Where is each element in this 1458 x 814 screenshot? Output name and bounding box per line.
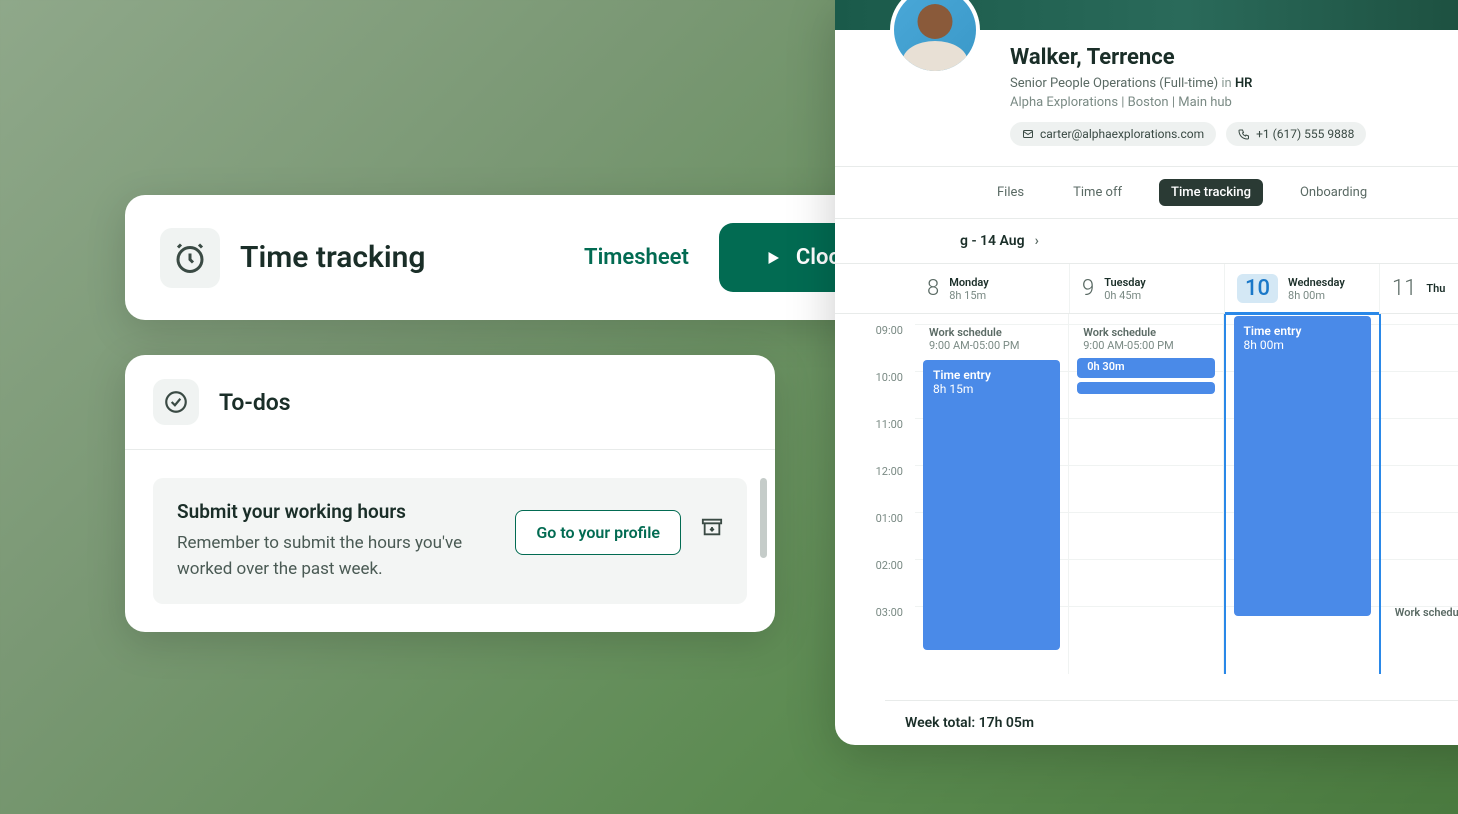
- time-entry-tue-2[interactable]: [1077, 382, 1214, 394]
- timesheet-link[interactable]: Timesheet: [584, 245, 689, 270]
- todos-body: Submit your working hours Remember to su…: [125, 450, 775, 632]
- avatar[interactable]: [890, 0, 980, 75]
- go-to-profile-button[interactable]: Go to your profile: [515, 510, 681, 555]
- date-range-text: g - 14 Aug: [960, 233, 1025, 249]
- profile-name: Walker, Terrence: [1010, 45, 1458, 70]
- profile-panel: Walker, Terrence Senior People Operation…: [835, 0, 1458, 745]
- clock-icon: [160, 228, 220, 288]
- tab-timetracking[interactable]: Time tracking: [1159, 179, 1263, 206]
- archive-icon[interactable]: [701, 516, 723, 542]
- day-col-tue: Work schedule 9:00 AM-05:00 PM 0h 30m: [1069, 314, 1223, 674]
- time-labels: 09:00 10:00 11:00 12:00 01:00 02:00 03:0…: [835, 314, 915, 674]
- tab-files[interactable]: Files: [985, 179, 1036, 206]
- time-grid: 09:00 10:00 11:00 12:00 01:00 02:00 03:0…: [835, 314, 1458, 674]
- phone-chip[interactable]: +1 (617) 555 9888: [1226, 122, 1366, 146]
- todo-item-desc: Remember to submit the hours you've work…: [177, 531, 495, 582]
- day-headers: 8 Monday 8h 15m 9 Tuesday 0h 45m 10 Wedn…: [835, 264, 1458, 314]
- profile-role: Senior People Operations (Full-time) in …: [1010, 76, 1458, 91]
- schedule-label-mon: Work schedule 9:00 AM-05:00 PM: [921, 322, 1062, 356]
- date-range: g - 14 Aug ›: [835, 219, 1458, 264]
- tab-timeoff[interactable]: Time off: [1061, 179, 1134, 206]
- todo-item: Submit your working hours Remember to su…: [153, 478, 747, 604]
- profile-info: Walker, Terrence Senior People Operation…: [835, 30, 1458, 167]
- time-tracking-card: Time tracking Timesheet Clock in: [125, 195, 955, 320]
- tab-onboarding[interactable]: Onboarding: [1288, 179, 1379, 206]
- mail-icon: [1022, 128, 1034, 140]
- day-columns: Work schedule 9:00 AM-05:00 PM Time entr…: [915, 314, 1458, 674]
- email-chip[interactable]: carter@alphaexplorations.com: [1010, 122, 1216, 146]
- day-col-thu: Work schedule: [1381, 314, 1458, 674]
- todos-title: To-dos: [219, 389, 291, 416]
- day-col-mon: Work schedule 9:00 AM-05:00 PM Time entr…: [915, 314, 1069, 674]
- chevron-right-icon[interactable]: ›: [1035, 233, 1039, 249]
- time-entry-mon[interactable]: Time entry 8h 15m: [923, 360, 1060, 650]
- profile-location: Alpha Explorations | Boston | Main hub: [1010, 95, 1458, 110]
- scrollbar[interactable]: [760, 478, 767, 558]
- time-entry-wed[interactable]: Time entry 8h 00m: [1234, 316, 1371, 616]
- schedule-label-tue: Work schedule 9:00 AM-05:00 PM: [1075, 322, 1216, 356]
- calendar-grid: 8 Monday 8h 15m 9 Tuesday 0h 45m 10 Wedn…: [835, 264, 1458, 674]
- phone-icon: [1238, 128, 1250, 140]
- day-header-tue[interactable]: 9 Tuesday 0h 45m: [1070, 264, 1225, 313]
- time-tracking-title: Time tracking: [240, 240, 564, 275]
- time-entry-tue-1[interactable]: 0h 30m: [1077, 358, 1214, 378]
- week-total: Week total: 17h 05m: [885, 700, 1458, 745]
- todo-text: Submit your working hours Remember to su…: [177, 500, 495, 582]
- day-header-mon[interactable]: 8 Monday 8h 15m: [915, 264, 1070, 313]
- schedule-label-thu: Work schedule: [1387, 602, 1458, 623]
- day-col-wed: Time entry 8h 00m: [1224, 314, 1381, 674]
- check-circle-icon: [153, 379, 199, 425]
- day-header-thu[interactable]: 11 Thu: [1380, 264, 1458, 313]
- todos-card: To-dos Submit your working hours Remembe…: [125, 355, 775, 632]
- day-header-wed[interactable]: 10 Wednesday 8h 00m: [1225, 264, 1380, 313]
- contact-chips: carter@alphaexplorations.com +1 (617) 55…: [1010, 122, 1458, 146]
- play-icon: [764, 249, 782, 267]
- profile-tabs: Files Time off Time tracking Onboarding: [835, 167, 1458, 219]
- todo-item-title: Submit your working hours: [177, 500, 495, 523]
- todos-header: To-dos: [125, 355, 775, 450]
